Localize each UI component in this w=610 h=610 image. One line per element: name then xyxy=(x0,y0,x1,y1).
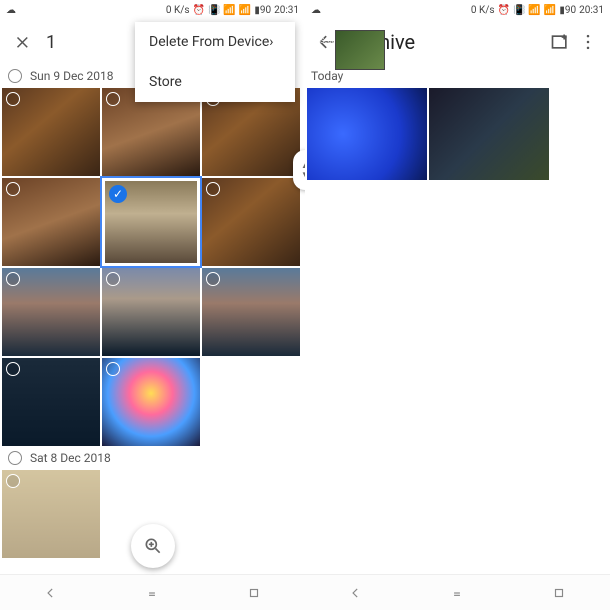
select-all-ring[interactable] xyxy=(8,451,22,465)
wifi-icon: 📶 xyxy=(223,5,235,16)
phone-right-archive: ☁ 0 K/s ⏰ 📳 📶 📶 ▮90 20:31 Archive Today … xyxy=(305,0,610,610)
photo-thumb[interactable] xyxy=(102,268,200,356)
status-bar: ☁ 0 K/s ⏰ 📳 📶 📶 ▮90 20:31 xyxy=(305,0,610,20)
phone-left-gallery: ☁ 0 K/s ⏰ 📳 📶 📶 ▮90 20:31 1 Sun 9 Dec 20… xyxy=(0,0,305,610)
more-icon[interactable] xyxy=(574,28,602,56)
vibrate-icon: 📳 xyxy=(208,5,220,16)
zoom-fab[interactable] xyxy=(131,524,175,568)
date-label: Sat 8 Dec 2018 xyxy=(30,451,111,465)
context-menu: Delete From Device› Store xyxy=(135,22,295,102)
nav-back[interactable] xyxy=(41,583,61,603)
nav-back[interactable] xyxy=(346,583,366,603)
signal-icon: 📶 xyxy=(239,5,251,16)
add-photo-icon[interactable] xyxy=(546,28,574,56)
scroll-handle[interactable]: ▲▼ xyxy=(293,150,305,190)
photo-thumb[interactable] xyxy=(202,268,300,356)
net-speed: 0 K/s xyxy=(166,5,190,16)
vibrate-icon: 📳 xyxy=(513,5,525,16)
photo-grid-1: ✓ xyxy=(0,88,305,446)
photo-thumb[interactable] xyxy=(102,358,200,446)
status-bar: ☁ 0 K/s ⏰ 📳 📶 📶 ▮90 20:31 xyxy=(0,0,305,20)
signal-icon: 📶 xyxy=(544,5,556,16)
battery-icon: ▮90 xyxy=(559,5,576,16)
clock: 20:31 xyxy=(579,5,604,16)
menu-store[interactable]: Store xyxy=(135,62,295,102)
nav-recent[interactable] xyxy=(244,583,264,603)
photo-thumb-selected[interactable]: ✓ xyxy=(102,178,200,266)
net-speed: 0 K/s xyxy=(471,5,495,16)
nav-bar xyxy=(305,574,610,610)
photo-thumb[interactable] xyxy=(2,88,100,176)
wifi-icon: 📶 xyxy=(528,5,540,16)
date-header-2[interactable]: Sat 8 Dec 2018 xyxy=(0,446,305,470)
nav-home[interactable] xyxy=(142,583,162,603)
photo-thumb[interactable] xyxy=(202,178,300,266)
nav-home[interactable] xyxy=(447,583,467,603)
menu-delete-from-device[interactable]: Delete From Device› xyxy=(135,22,295,62)
alarm-icon: ⏰ xyxy=(498,5,510,16)
cloud-icon: ☁ xyxy=(6,5,16,16)
cloud-icon: ☁ xyxy=(311,5,321,16)
photo-thumb[interactable] xyxy=(2,178,100,266)
archive-thumb[interactable]: Register VideoScatta FotoCrea CartellaNa… xyxy=(307,88,427,180)
check-icon: ✓ xyxy=(109,185,127,203)
nav-bar xyxy=(0,574,305,610)
magnify-plus-icon xyxy=(143,536,163,556)
photo-thumb[interactable] xyxy=(2,358,100,446)
photo-thumb[interactable] xyxy=(2,268,100,356)
clock: 20:31 xyxy=(274,5,299,16)
nav-recent[interactable] xyxy=(549,583,569,603)
battery-icon: ▮90 xyxy=(254,5,271,16)
photo-thumb[interactable] xyxy=(2,470,100,558)
archive-grid: Register VideoScatta FotoCrea CartellaNa… xyxy=(305,88,610,180)
select-all-ring[interactable] xyxy=(8,69,22,83)
date-label: Sun 9 Dec 2018 xyxy=(30,69,114,83)
archive-thumb[interactable] xyxy=(429,88,549,180)
alarm-icon: ⏰ xyxy=(193,5,205,16)
close-icon[interactable] xyxy=(8,28,36,56)
